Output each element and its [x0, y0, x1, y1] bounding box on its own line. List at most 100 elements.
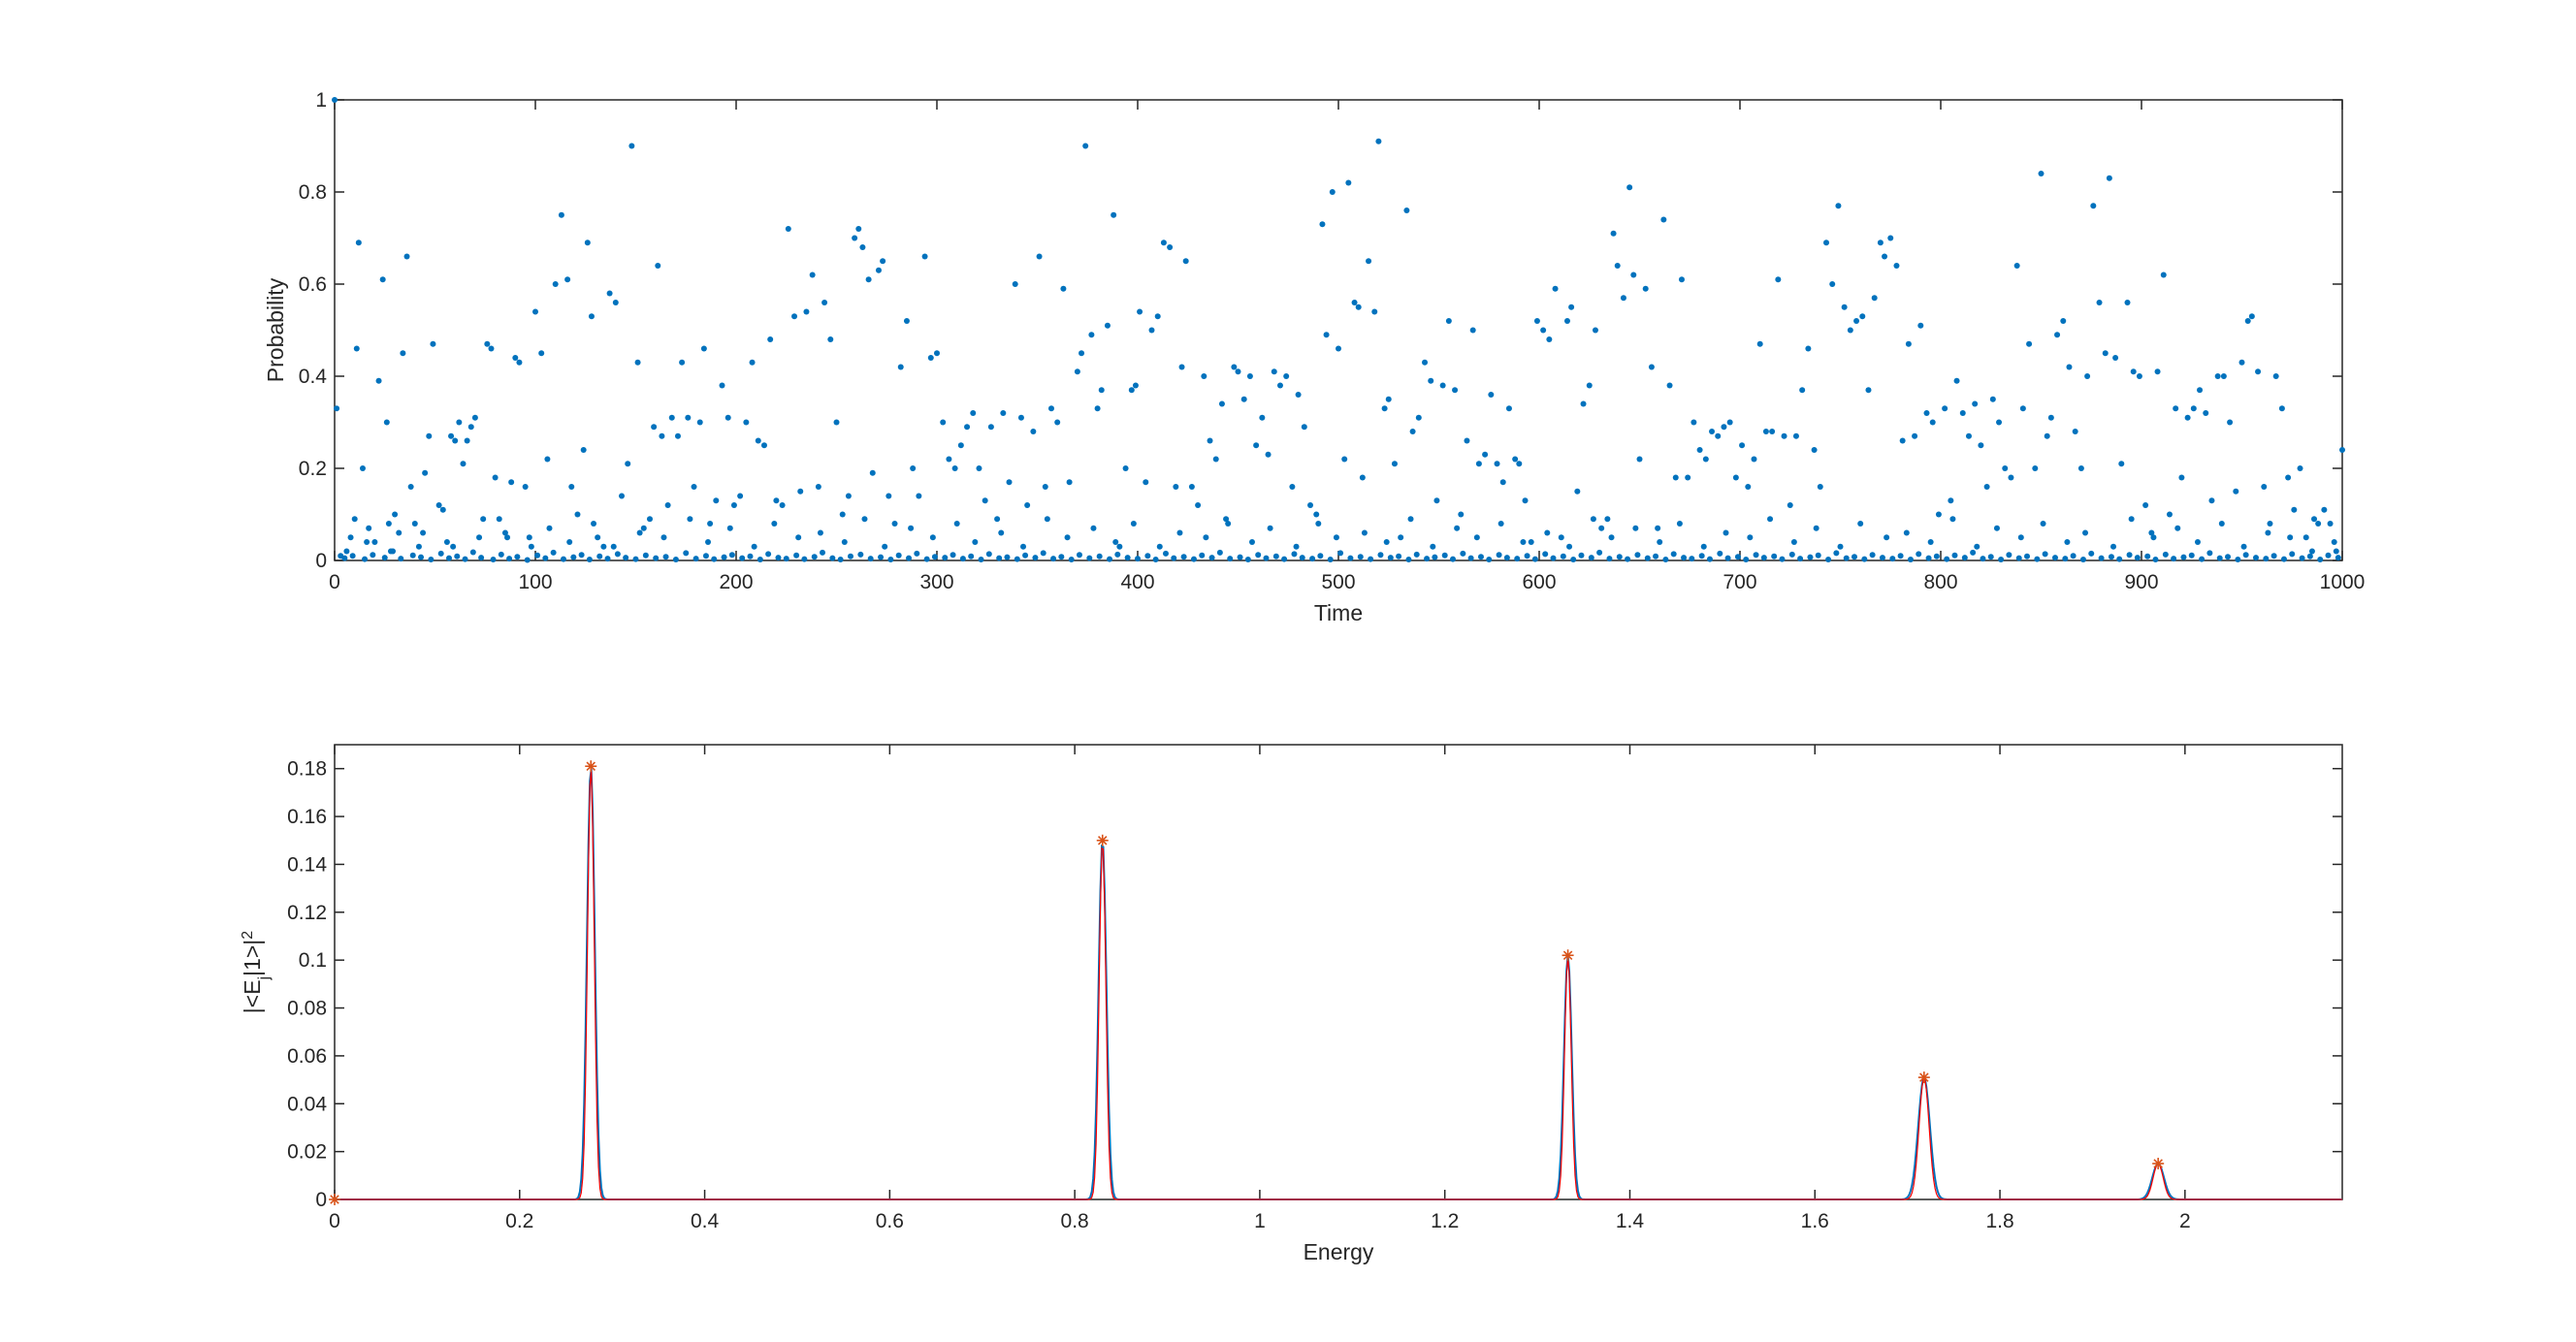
scatter-point: [1469, 327, 1476, 334]
scatter-point: [1942, 405, 1948, 412]
scatter-point: [934, 350, 940, 357]
scatter-point: [1929, 419, 1936, 426]
scatter-point: [1246, 373, 1253, 379]
scatter-point: [359, 465, 366, 471]
scatter-point: [570, 554, 577, 560]
scatter-point: [1522, 497, 1529, 504]
scatter-point: [1905, 340, 1912, 347]
scatter-point: [2225, 554, 2232, 560]
scatter-point: [420, 529, 427, 536]
scatter-point: [1086, 555, 1093, 561]
scatter-point: [1961, 555, 1968, 561]
scatter-point: [1383, 539, 1390, 545]
scatter-point: [1841, 304, 1848, 310]
scatter-point: [887, 557, 894, 563]
scatter-point: [998, 529, 1005, 536]
scatter-point: [1272, 553, 1279, 559]
scatter-point: [1616, 554, 1623, 560]
scatter-point: [809, 272, 816, 278]
scatter-point: [951, 465, 958, 471]
scatter-point: [2261, 484, 2268, 490]
scatter-point: [1375, 138, 1382, 144]
scatter-point: [1578, 552, 1585, 559]
x-tick-label: 1.6: [1801, 1210, 1829, 1232]
x-tick-label: 1: [1254, 1210, 1266, 1232]
x-tick-label: 0: [329, 1210, 340, 1232]
scatter-point: [443, 539, 450, 545]
scatter-point: [1869, 552, 1876, 559]
scatter-point: [1606, 556, 1613, 562]
scatter-point: [564, 276, 571, 283]
scatter-point: [2088, 550, 2095, 557]
scatter-point: [664, 502, 671, 508]
scatter-point: [1666, 382, 1673, 389]
y-label-mid: |1>|: [240, 940, 265, 976]
scatter-point: [696, 419, 703, 426]
scatter-point: [1116, 543, 1123, 550]
scatter-point: [1698, 553, 1705, 559]
scatter-point: [2098, 555, 2105, 561]
scatter-point: [415, 543, 422, 550]
scatter-point: [1811, 447, 1818, 453]
scatter-point: [1723, 529, 1729, 536]
scatter-point: [757, 557, 763, 563]
scatter-point: [1415, 414, 1422, 421]
scatter-point: [1313, 511, 1320, 518]
scatter-point: [484, 340, 491, 347]
scatter-point: [1128, 387, 1135, 394]
scatter-point: [2126, 552, 2133, 559]
scatter-point: [1076, 552, 1082, 559]
scatter-point: [488, 345, 495, 352]
scatter-point: [795, 534, 802, 541]
scatter-point: [1972, 400, 1979, 407]
scatter-point: [2240, 543, 2247, 550]
scatter-point: [1634, 552, 1641, 559]
scatter-point: [1566, 543, 1573, 550]
scatter-point: [1255, 552, 1262, 559]
scatter-point: [829, 555, 836, 561]
scatter-point: [815, 484, 821, 490]
scatter-point: [1216, 549, 1223, 556]
scatter-point: [1747, 534, 1754, 541]
scatter-point: [711, 556, 718, 562]
scatter-point: [2265, 529, 2271, 536]
x-tick-label: 200: [719, 571, 753, 593]
scatter-point: [1706, 556, 1713, 562]
scatter-point: [707, 521, 714, 527]
scatter-point: [692, 556, 699, 562]
scatter-point: [1596, 549, 1603, 556]
scatter-point: [957, 442, 964, 449]
scatter-point: [726, 525, 733, 531]
scatter-point: [1662, 557, 1669, 563]
scatter-point: [2306, 553, 2313, 559]
scatter-point: [1739, 442, 1746, 449]
scatter-point: [1528, 539, 1534, 545]
scatter-point: [2034, 556, 2041, 562]
scatter-point: [940, 419, 947, 426]
x-tick-label: 0: [329, 571, 340, 593]
scatter-point: [1933, 553, 1940, 559]
scatter-point: [623, 555, 629, 561]
scatter-point: [1323, 332, 1330, 338]
scatter-point: [1032, 555, 1039, 561]
scatter-point: [478, 555, 485, 561]
scatter-point: [1568, 304, 1575, 310]
scatter-point: [953, 521, 960, 527]
scatter-point: [2180, 554, 2187, 560]
scatter-point: [1267, 525, 1273, 531]
scatter-point: [837, 557, 844, 563]
scatter-point: [803, 308, 810, 315]
scatter-point: [456, 419, 463, 426]
scatter-point: [1454, 525, 1461, 531]
scatter-point: [852, 235, 858, 241]
y-tick-label: 0.02: [287, 1141, 327, 1164]
scatter-point: [606, 290, 613, 297]
scatter-point: [1630, 272, 1637, 278]
scatter-point: [1430, 543, 1436, 550]
scatter-point: [1935, 511, 1942, 518]
scatter-point: [396, 529, 402, 536]
scatter-point: [407, 484, 414, 490]
scatter-point: [1779, 556, 1786, 562]
figure: 0 100 200 300 400 500 600 700 800 900 1000 00.20.4…: [0, 0, 2576, 1342]
scatter-point: [1237, 554, 1243, 560]
